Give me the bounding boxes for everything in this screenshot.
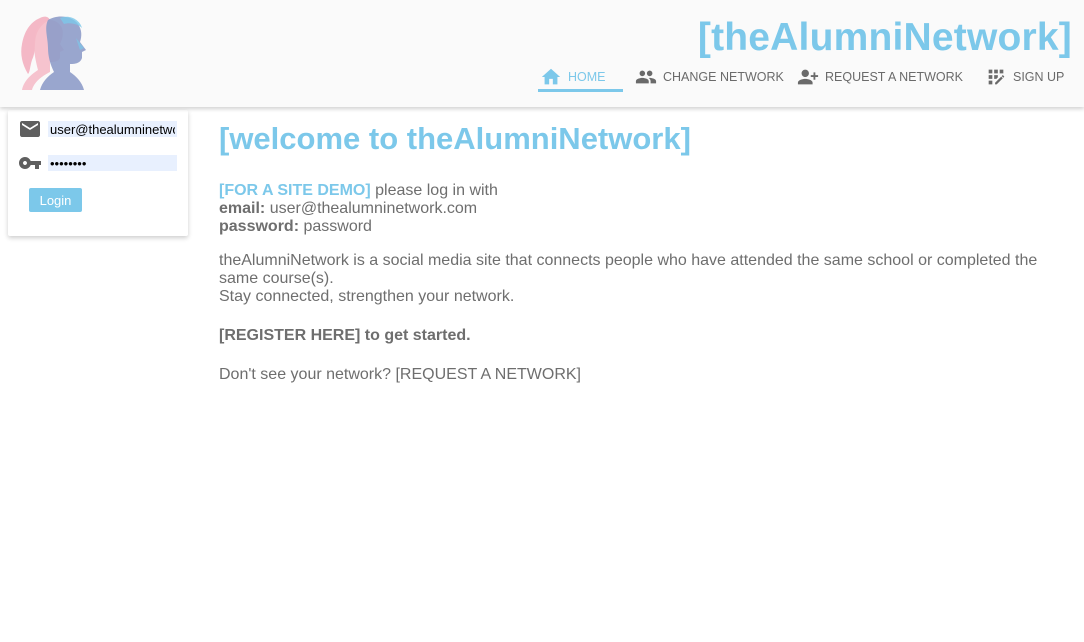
- mail-icon: [18, 117, 42, 141]
- login-panel: Login: [8, 110, 188, 236]
- password-row: [18, 151, 177, 175]
- header-bar: [theAlumniNetwork] HOME CHANGE NETWORK R…: [0, 0, 1084, 107]
- site-demo-link[interactable]: [FOR A SITE DEMO]: [219, 182, 371, 199]
- demo-password-line: password: password: [219, 218, 1069, 236]
- site-tagline: Stay connected, strengthen your network.: [219, 288, 515, 305]
- people-icon: [635, 66, 657, 88]
- nav-sign-up-label: SIGN UP: [1013, 70, 1065, 84]
- demo-line: [FOR A SITE DEMO] please log in with: [219, 182, 1069, 200]
- main-nav: HOME CHANGE NETWORK REQUEST A NETWORK SI…: [538, 64, 1065, 94]
- demo-email-value: user@thealumninetwork.com: [265, 200, 478, 217]
- nav-sign-up[interactable]: SIGN UP: [983, 64, 1065, 90]
- password-field[interactable]: [48, 155, 177, 171]
- request-line: Don't see your network? [REQUEST A NETWO…: [219, 366, 1069, 384]
- site-description: theAlumniNetwork is a social media site …: [219, 252, 1038, 287]
- demo-password-label: password:: [219, 218, 300, 235]
- email-field[interactable]: [48, 121, 177, 137]
- email-row: [18, 117, 177, 141]
- person-add-icon: [797, 66, 819, 88]
- nav-change-network[interactable]: CHANGE NETWORK: [633, 64, 787, 90]
- key-icon: [18, 151, 42, 175]
- login-button[interactable]: Login: [29, 188, 82, 212]
- register-line: [REGISTER HERE] to get started.: [219, 327, 1069, 345]
- register-text: to get started.: [360, 327, 471, 344]
- app-registration-icon: [985, 66, 1007, 88]
- nav-request-network-label: REQUEST A NETWORK: [825, 70, 963, 84]
- page-title: [welcome to theAlumniNetwork]: [219, 121, 691, 156]
- home-icon: [540, 66, 562, 88]
- request-network-link[interactable]: [REQUEST A NETWORK]: [395, 366, 581, 383]
- demo-password-value: password: [299, 218, 372, 235]
- demo-text: please log in with: [370, 182, 498, 199]
- request-text: Don't see your network?: [219, 366, 396, 383]
- site-logo[interactable]: [18, 14, 90, 90]
- nav-home[interactable]: HOME: [538, 64, 623, 92]
- nav-change-network-label: CHANGE NETWORK: [663, 70, 784, 84]
- nav-home-label: HOME: [568, 69, 606, 84]
- nav-request-network[interactable]: REQUEST A NETWORK: [795, 64, 969, 90]
- site-title[interactable]: [theAlumniNetwork]: [698, 16, 1072, 60]
- register-link[interactable]: [REGISTER HERE]: [219, 327, 360, 344]
- demo-email-label: email:: [219, 200, 266, 217]
- demo-email-line: email: user@thealumninetwork.com: [219, 200, 1069, 218]
- main-content: [welcome to theAlumniNetwork] [FOR A SIT…: [219, 120, 1069, 384]
